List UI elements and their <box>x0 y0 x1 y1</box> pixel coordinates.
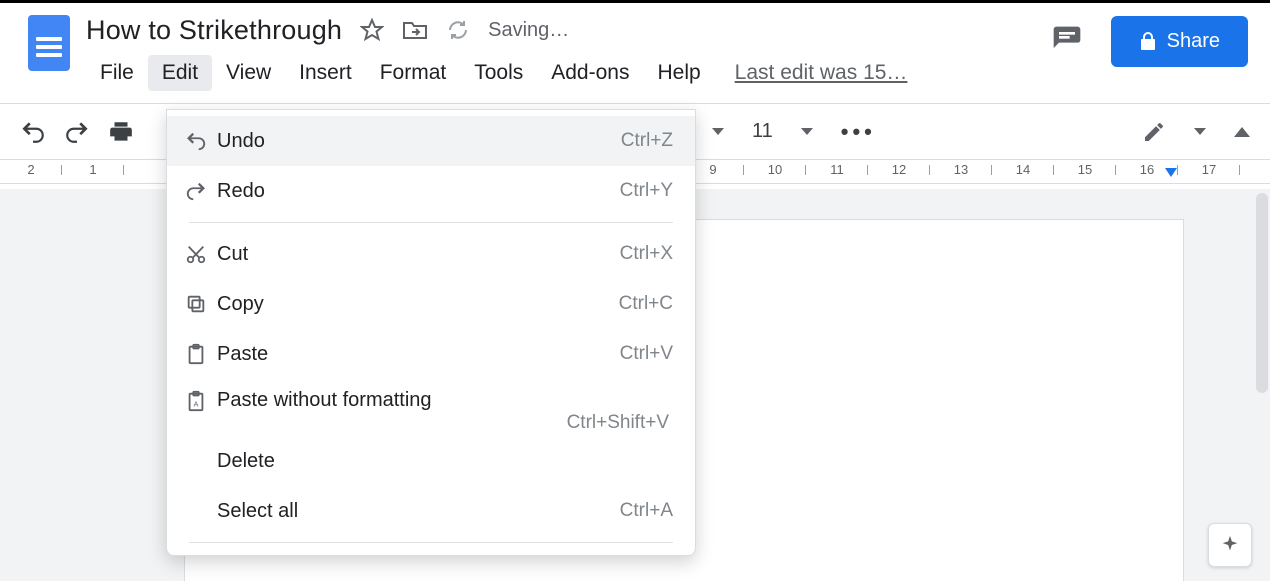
editing-mode-button[interactable] <box>1142 120 1166 144</box>
sparkle-icon <box>1219 534 1241 556</box>
menu-label: Delete <box>217 450 673 473</box>
right-indent-marker-icon[interactable] <box>1165 168 1177 177</box>
ruler-tick: 15 <box>1054 162 1116 177</box>
document-title[interactable]: How to Strikethrough <box>86 15 342 46</box>
menu-separator <box>189 542 673 543</box>
last-edit-link[interactable]: Last edit was 15… <box>735 61 908 85</box>
redo-button[interactable] <box>64 119 90 145</box>
font-family-dropdown-icon[interactable] <box>712 128 724 135</box>
menu-item-copy[interactable]: Copy Ctrl+C <box>167 279 695 329</box>
editing-mode-dropdown-icon[interactable] <box>1194 128 1206 135</box>
menu-label: Redo <box>217 180 620 203</box>
vertical-scrollbar[interactable] <box>1256 193 1268 393</box>
menu-item-paste[interactable]: Paste Ctrl+V <box>167 329 695 379</box>
saving-status: Saving… <box>488 19 569 42</box>
title-area: How to Strikethrough Saving… File Edit V… <box>86 9 907 91</box>
menu-label: Copy <box>217 293 619 316</box>
comments-icon[interactable] <box>1051 24 1083 59</box>
font-size-dropdown-icon[interactable] <box>801 128 813 135</box>
menu-edit[interactable]: Edit <box>148 55 212 91</box>
menu-label: Select all <box>217 500 620 523</box>
menu-shortcut: Ctrl+Shift+V <box>185 412 673 434</box>
cloud-sync-icon <box>446 18 470 42</box>
menu-addons[interactable]: Add-ons <box>537 55 643 91</box>
menu-label: Paste without formatting <box>217 389 673 412</box>
menu-item-cut[interactable]: Cut Ctrl+X <box>167 229 695 279</box>
menu-tools[interactable]: Tools <box>460 55 537 91</box>
menu-item-paste-without-formatting[interactable]: A Paste without formatting Ctrl+Shift+V <box>167 379 695 436</box>
ruler-tick: 17 <box>1178 162 1240 177</box>
font-size-value[interactable]: 11 <box>752 120 773 143</box>
paste-plain-icon: A <box>185 390 217 412</box>
ruler-tick: 2 <box>0 162 62 177</box>
menu-shortcut: Ctrl+C <box>619 293 673 315</box>
ruler-tick: 13 <box>930 162 992 177</box>
toolbar-middle-group: 11 ••• <box>712 119 876 145</box>
edit-menu-dropdown: Undo Ctrl+Z Redo Ctrl+Y Cut Ctrl+X Copy … <box>166 109 696 556</box>
redo-icon <box>185 180 217 202</box>
menu-shortcut: Ctrl+V <box>620 343 673 365</box>
menu-item-select-all[interactable]: Select all Ctrl+A <box>167 486 695 536</box>
svg-text:A: A <box>194 399 199 408</box>
undo-button[interactable] <box>20 119 46 145</box>
menu-view[interactable]: View <box>212 55 285 91</box>
ruler-tick: 14 <box>992 162 1054 177</box>
menu-label: Undo <box>217 130 621 153</box>
app-header: How to Strikethrough Saving… File Edit V… <box>0 3 1270 103</box>
menu-item-undo[interactable]: Undo Ctrl+Z <box>167 116 695 166</box>
menu-shortcut: Ctrl+X <box>620 243 673 265</box>
paste-icon <box>185 343 217 365</box>
toolbar-right <box>1142 120 1250 144</box>
menu-separator <box>189 222 673 223</box>
more-toolbar-icon[interactable]: ••• <box>841 119 876 145</box>
share-button[interactable]: Share <box>1111 16 1248 67</box>
lock-icon <box>1139 31 1157 51</box>
menu-format[interactable]: Format <box>366 55 461 91</box>
move-folder-icon[interactable] <box>402 19 428 41</box>
header-right: Share <box>1051 9 1260 73</box>
menu-shortcut: Ctrl+Z <box>621 130 673 152</box>
print-button[interactable] <box>108 119 134 145</box>
menu-shortcut: Ctrl+A <box>620 500 673 522</box>
ruler-tick: 1 <box>62 162 124 177</box>
menu-label: Cut <box>217 243 620 266</box>
menu-item-redo[interactable]: Redo Ctrl+Y <box>167 166 695 216</box>
ruler-tick: 10 <box>744 162 806 177</box>
explore-button[interactable] <box>1208 523 1252 567</box>
docs-logo-icon[interactable] <box>28 15 70 71</box>
cut-icon <box>185 243 217 265</box>
menu-item-delete[interactable]: Delete <box>167 436 695 486</box>
collapse-toolbar-icon[interactable] <box>1234 127 1250 137</box>
menu-file[interactable]: File <box>86 55 148 91</box>
share-label: Share <box>1167 30 1220 53</box>
menubar: File Edit View Insert Format Tools Add-o… <box>86 55 907 91</box>
copy-icon <box>185 293 217 315</box>
undo-icon <box>185 130 217 152</box>
menu-label: Paste <box>217 343 620 366</box>
menu-shortcut: Ctrl+Y <box>620 180 673 202</box>
menu-insert[interactable]: Insert <box>285 55 366 91</box>
ruler-tick: 11 <box>806 162 868 177</box>
star-icon[interactable] <box>360 18 384 42</box>
title-row: How to Strikethrough Saving… <box>86 9 907 51</box>
menu-help[interactable]: Help <box>643 55 714 91</box>
ruler-tick: 12 <box>868 162 930 177</box>
